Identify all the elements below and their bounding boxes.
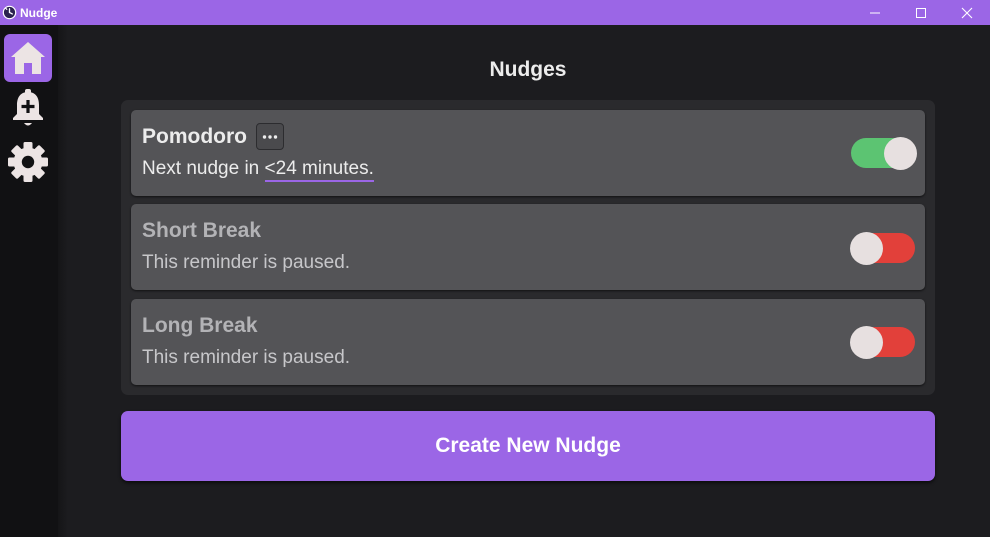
- nudge-status: Next nudge in <24 minutes.: [142, 158, 374, 182]
- toggle-knob: [850, 326, 883, 359]
- ellipsis-icon: [262, 134, 278, 139]
- nudge-toggle[interactable]: [850, 326, 915, 359]
- nudge-name: Pomodoro: [142, 125, 247, 148]
- minimize-icon: [870, 12, 880, 13]
- nudge-name: Short Break: [142, 219, 262, 242]
- more-options-button[interactable]: [256, 123, 284, 150]
- window-controls: [852, 0, 990, 25]
- gear-icon: [8, 142, 48, 182]
- close-button[interactable]: [944, 0, 990, 25]
- title-bar: Nudge: [0, 0, 990, 25]
- maximize-button[interactable]: [898, 0, 944, 25]
- bell-plus-icon: [13, 89, 43, 126]
- clock-icon: [1, 5, 17, 21]
- page-title: Nudges: [489, 58, 567, 81]
- window-title: Nudge: [20, 5, 58, 20]
- nudge-status: This reminder is paused.: [142, 252, 351, 273]
- sidebar-shadow: [58, 25, 68, 537]
- close-icon: [961, 7, 973, 18]
- nudge-card-long-break[interactable]: Long Break This reminder is paused.: [131, 299, 925, 385]
- nudge-toggle[interactable]: [850, 232, 915, 265]
- sidebar: [0, 25, 58, 537]
- minimize-button[interactable]: [852, 0, 898, 25]
- maximize-icon: [916, 7, 926, 18]
- status-prefix: Next nudge in: [142, 158, 265, 179]
- nav-home-button[interactable]: [4, 34, 52, 82]
- nudge-status: This reminder is paused.: [142, 347, 351, 368]
- home-icon: [11, 42, 45, 74]
- nav-new-reminder-button[interactable]: [4, 84, 52, 132]
- nudge-card-short-break[interactable]: Short Break This reminder is paused.: [131, 204, 925, 290]
- next-nudge-time: <24 minutes.: [264, 158, 374, 182]
- nudge-toggle[interactable]: [851, 137, 917, 170]
- toggle-knob: [884, 137, 917, 170]
- create-new-nudge-button[interactable]: Create New Nudge: [121, 411, 935, 481]
- nav-settings-button[interactable]: [4, 138, 52, 186]
- toggle-knob: [850, 232, 883, 265]
- nudge-list: Pomodoro Next nudge in <24 minutes. Shor…: [121, 100, 935, 395]
- nudge-name: Long Break: [142, 314, 258, 337]
- nudge-card-pomodoro[interactable]: Pomodoro Next nudge in <24 minutes.: [131, 110, 925, 196]
